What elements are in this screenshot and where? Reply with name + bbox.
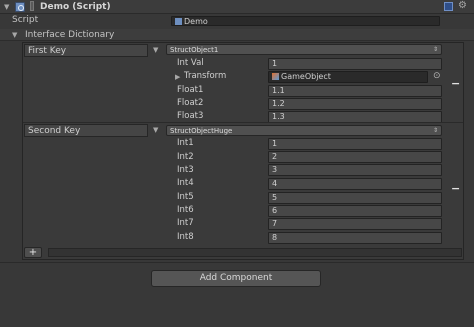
component-title: Demo (Script) — [40, 2, 111, 12]
field-value: 1.1 — [272, 86, 285, 95]
field-input[interactable]: 1 — [268, 138, 442, 150]
transform-label: Transform — [184, 71, 227, 81]
object-picker-icon[interactable]: ⊙ — [433, 71, 441, 81]
field-input[interactable]: 2 — [268, 151, 442, 163]
fold-triangle-icon[interactable]: ▼ — [4, 2, 9, 12]
fold-triangle-icon[interactable]: ▼ — [12, 30, 17, 40]
field-label: Int3 — [177, 165, 194, 175]
field-value: 3 — [272, 165, 278, 174]
type-dropdown-value: StructObjectHuge — [170, 127, 233, 135]
help-book-icon[interactable] — [444, 2, 453, 11]
script-icon — [175, 18, 182, 25]
remove-entry-button[interactable]: − — [451, 183, 460, 194]
field-input[interactable]: 5 — [268, 192, 442, 204]
field-label: Float3 — [177, 111, 204, 121]
field-label: Float2 — [177, 98, 204, 108]
field-label: Int1 — [177, 138, 194, 148]
script-label: Script — [12, 15, 39, 25]
inspector-separator — [0, 262, 474, 263]
script-field[interactable]: Demo — [171, 16, 440, 26]
fold-triangle-icon[interactable]: ▶ — [175, 72, 180, 82]
field-value: 1 — [272, 59, 278, 68]
add-entry-button[interactable]: + — [24, 247, 42, 258]
gear-icon[interactable]: ⚙ — [458, 1, 467, 11]
field-value: 7 — [272, 219, 278, 228]
field-label: Int4 — [177, 178, 194, 188]
field-value: 2 — [272, 152, 278, 161]
remove-entry-button[interactable]: − — [451, 78, 460, 89]
field-value: 4 — [272, 179, 278, 188]
key-field[interactable]: First Key — [24, 44, 148, 57]
transform-value: GameObject — [281, 72, 331, 81]
field-value: 8 — [272, 233, 278, 242]
key-field-value: Second Key — [28, 126, 81, 136]
field-value: 5 — [272, 193, 278, 202]
transform-field[interactable]: GameObject — [268, 71, 428, 83]
field-value: 1.3 — [272, 112, 285, 121]
dropdown-arrow-icon: ⇕ — [432, 46, 438, 53]
field-label: Int2 — [177, 152, 194, 162]
dictionary-label: Interface Dictionary — [25, 30, 115, 40]
type-dropdown-value: StructObject1 — [170, 46, 219, 54]
field-label: Float1 — [177, 85, 204, 95]
add-entry-key-field[interactable] — [48, 248, 462, 257]
fold-triangle-icon[interactable]: ▼ — [153, 45, 158, 55]
enable-checkbox[interactable] — [30, 1, 34, 11]
field-input[interactable]: 4 — [268, 178, 442, 190]
key-field[interactable]: Second Key — [24, 124, 148, 137]
field-label: Int Val — [177, 58, 204, 68]
field-value: 1 — [272, 139, 278, 148]
type-dropdown[interactable]: StructObjectHuge ⇕ — [166, 125, 442, 136]
field-value: 6 — [272, 206, 278, 215]
script-icon — [15, 2, 25, 12]
entry-separator — [23, 122, 463, 123]
type-dropdown[interactable]: StructObject1 ⇕ — [166, 44, 442, 55]
dropdown-arrow-icon: ⇕ — [432, 127, 438, 134]
key-field-value: First Key — [28, 46, 67, 56]
field-value: 1.2 — [272, 99, 285, 108]
field-input[interactable]: 8 — [268, 232, 442, 244]
script-field-value: Demo — [184, 17, 208, 26]
field-input[interactable]: 1 — [268, 58, 442, 70]
field-input[interactable]: 6 — [268, 205, 442, 217]
gameobject-icon — [272, 73, 279, 80]
field-label: Int5 — [177, 192, 194, 202]
field-input[interactable]: 3 — [268, 164, 442, 176]
field-input[interactable]: 1.1 — [268, 85, 442, 97]
dictionary-foldout[interactable]: ▼ Interface Dictionary — [0, 29, 474, 41]
field-label: Int6 — [177, 205, 194, 215]
field-label: Int8 — [177, 232, 194, 242]
field-label: Int7 — [177, 218, 194, 228]
field-input[interactable]: 1.2 — [268, 98, 442, 110]
fold-triangle-icon[interactable]: ▼ — [153, 125, 158, 135]
component-header: ▼ Demo (Script) ⚙ — [0, 0, 474, 14]
field-input[interactable]: 7 — [268, 218, 442, 230]
add-component-button[interactable]: Add Component — [151, 270, 321, 287]
